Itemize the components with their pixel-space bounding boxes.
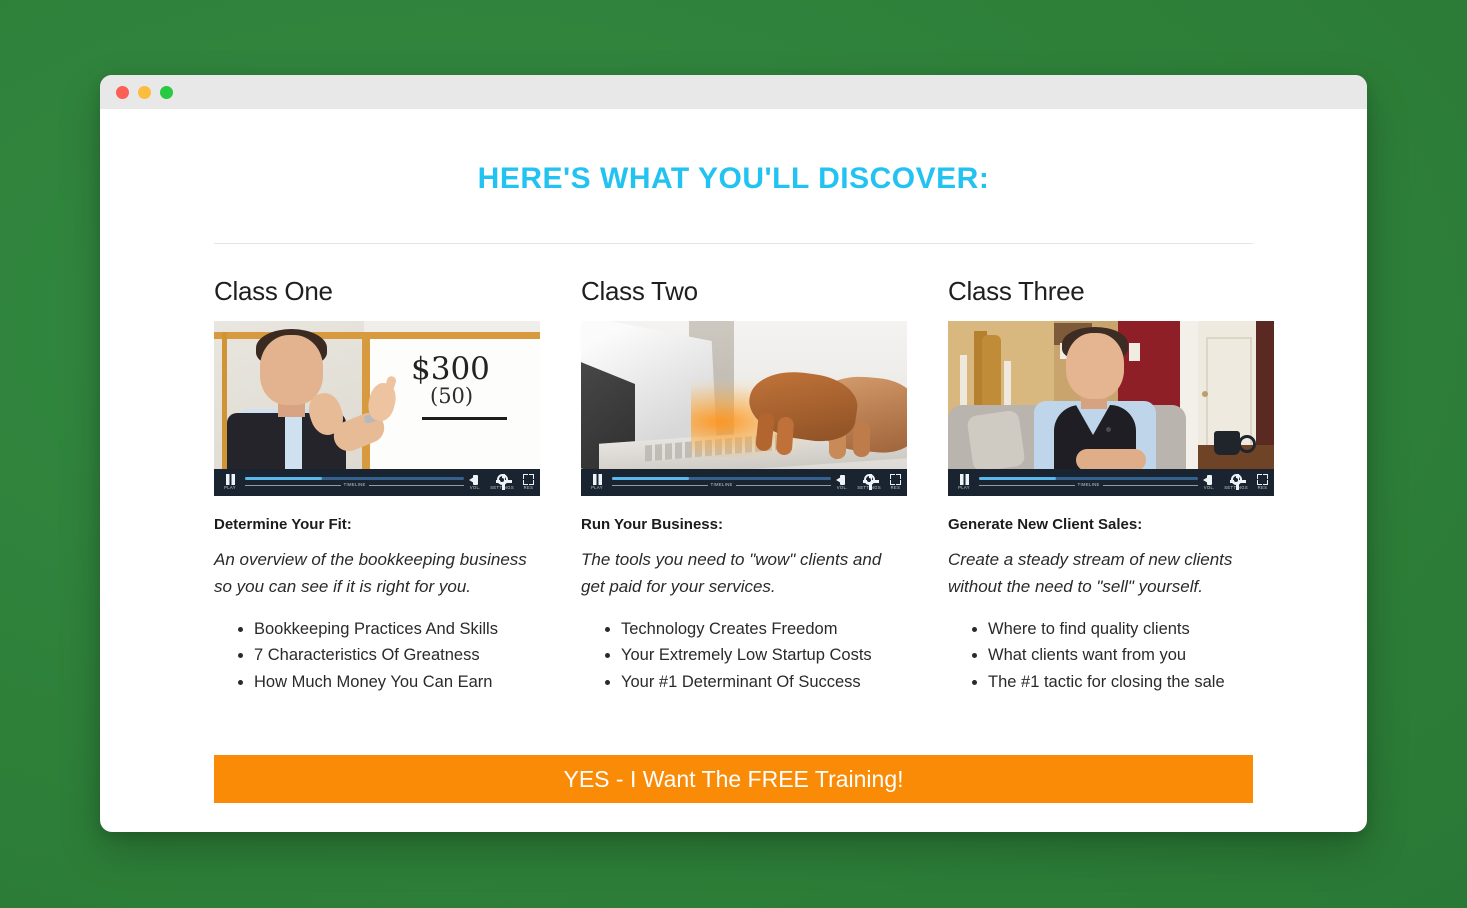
volume-icon — [1203, 474, 1215, 485]
timeline-rule-left — [979, 484, 1075, 486]
class-three-thumbnail — [948, 321, 1274, 469]
volume-label: VOL. — [1203, 485, 1215, 491]
resolution-button[interactable]: RES — [523, 474, 534, 490]
volume-button[interactable]: VOL. — [469, 474, 481, 490]
list-item: What clients want from you — [988, 642, 1274, 668]
class-three-bullets: Where to find quality clients What clien… — [948, 616, 1274, 695]
timeline-rule-left — [612, 484, 708, 486]
fullscreen-icon — [523, 474, 534, 486]
pause-icon — [592, 474, 602, 486]
progress-bar[interactable] — [612, 477, 832, 481]
timeline-scrubber[interactable]: TIMELINE — [607, 477, 836, 487]
timeline-scrubber[interactable]: TIMELINE — [240, 477, 469, 487]
list-item: How Much Money You Can Earn — [254, 669, 540, 695]
progress-bar[interactable] — [979, 477, 1199, 481]
timeline-label: TIMELINE — [710, 482, 733, 488]
page-content: HERE'S WHAT YOU'LL DISCOVER: Class One $… — [100, 109, 1367, 832]
timeline-label: TIMELINE — [343, 482, 366, 488]
class-one-video-player[interactable]: $300 (50) PLAY TIMELINE VOL. SETTINGS RE… — [214, 321, 540, 496]
pause-icon — [225, 474, 235, 486]
list-item: Technology Creates Freedom — [621, 616, 907, 642]
page-title: HERE'S WHAT YOU'LL DISCOVER: — [477, 162, 990, 195]
timeline-rule-right — [735, 484, 832, 486]
class-two-lede: Run Your Business: — [581, 516, 723, 533]
minimize-window-icon[interactable] — [138, 85, 151, 99]
play-label: PLAY — [958, 485, 970, 491]
maximize-window-icon[interactable] — [160, 85, 173, 99]
class-card-one: Class One $300 (50) PLAY TIMELINE VOL. S… — [214, 276, 540, 695]
volume-icon — [836, 474, 848, 485]
fullscreen-icon — [890, 474, 901, 486]
resolution-label: RES — [890, 485, 901, 491]
resolution-button[interactable]: RES — [1257, 474, 1268, 490]
list-item: Your Extremely Low Startup Costs — [621, 642, 907, 668]
fullscreen-icon — [1257, 474, 1268, 486]
resolution-label: RES — [1257, 485, 1268, 491]
volume-button[interactable]: VOL. — [836, 474, 848, 490]
class-one-lede: Determine Your Fit: — [214, 516, 352, 533]
gear-icon — [863, 473, 880, 490]
list-item: Where to find quality clients — [988, 616, 1274, 642]
video-controls-bar: PLAY TIMELINE VOL. SETTINGS RES — [214, 469, 540, 496]
section-divider — [214, 243, 1253, 244]
volume-label: VOL. — [836, 485, 848, 491]
volume-icon — [469, 474, 481, 485]
list-item: Your #1 Determinant Of Success — [621, 669, 907, 695]
class-one-bullets: Bookkeeping Practices And Skills 7 Chara… — [214, 616, 540, 695]
volume-label: VOL. — [469, 485, 481, 491]
play-pause-button[interactable]: PLAY — [220, 474, 240, 490]
class-three-description: Create a steady stream of new clients wi… — [948, 550, 1233, 596]
class-three-lede: Generate New Client Sales: — [948, 516, 1143, 533]
progress-bar[interactable] — [245, 477, 465, 481]
video-controls-bar: PLAY TIMELINE VOL. SETTINGS RES — [581, 469, 907, 496]
class-columns: Class One $300 (50) PLAY TIMELINE VOL. S… — [214, 276, 1274, 695]
pause-icon — [959, 474, 969, 486]
progress-fill — [612, 477, 689, 481]
timeline-rule-left — [245, 484, 341, 486]
list-item: 7 Characteristics Of Greatness — [254, 642, 540, 668]
browser-window: HERE'S WHAT YOU'LL DISCOVER: Class One $… — [100, 75, 1367, 832]
window-titlebar — [100, 75, 1367, 109]
gear-icon — [496, 473, 513, 490]
list-item: The #1 tactic for closing the sale — [988, 669, 1274, 695]
class-one-description: An overview of the bookkeeping business … — [214, 550, 527, 596]
play-pause-button[interactable]: PLAY — [954, 474, 974, 490]
class-three-video-player[interactable]: PLAY TIMELINE VOL. SETTINGS RES — [948, 321, 1274, 496]
settings-button[interactable]: SETTINGS — [857, 473, 881, 490]
class-two-thumbnail — [581, 321, 907, 469]
video-controls-bar: PLAY TIMELINE VOL. SETTINGS RES — [948, 469, 1274, 496]
volume-button[interactable]: VOL. — [1203, 474, 1215, 490]
class-two-title: Class Two — [581, 276, 698, 306]
timeline-label: TIMELINE — [1077, 482, 1100, 488]
resolution-label: RES — [523, 485, 534, 491]
class-card-three: Class Three PLAY TIMELINE VOL. SETTINGS … — [948, 276, 1274, 695]
settings-button[interactable]: SETTINGS — [490, 473, 514, 490]
progress-fill — [245, 477, 322, 481]
list-item: Bookkeeping Practices And Skills — [254, 616, 540, 642]
settings-button[interactable]: SETTINGS — [1224, 473, 1248, 490]
timeline-rule-right — [1102, 484, 1199, 486]
play-pause-button[interactable]: PLAY — [587, 474, 607, 490]
class-two-video-player[interactable]: PLAY TIMELINE VOL. SETTINGS RES — [581, 321, 907, 496]
progress-fill — [979, 477, 1056, 481]
play-label: PLAY — [224, 485, 236, 491]
timeline-rule-right — [368, 484, 465, 486]
class-one-thumbnail: $300 (50) — [214, 321, 540, 469]
class-one-title: Class One — [214, 276, 333, 306]
free-training-cta-button[interactable]: YES - I Want The FREE Training! — [214, 755, 1253, 803]
play-label: PLAY — [591, 485, 603, 491]
class-three-title: Class Three — [948, 276, 1085, 306]
close-window-icon[interactable] — [116, 85, 129, 99]
resolution-button[interactable]: RES — [890, 474, 901, 490]
gear-icon — [1230, 473, 1247, 490]
class-card-two: Class Two PLAY TIMELINE VOL. SETTINGS RE… — [581, 276, 907, 695]
class-two-bullets: Technology Creates Freedom Your Extremel… — [581, 616, 907, 695]
class-two-description: The tools you need to "wow" clients and … — [581, 550, 882, 596]
timeline-scrubber[interactable]: TIMELINE — [974, 477, 1203, 487]
